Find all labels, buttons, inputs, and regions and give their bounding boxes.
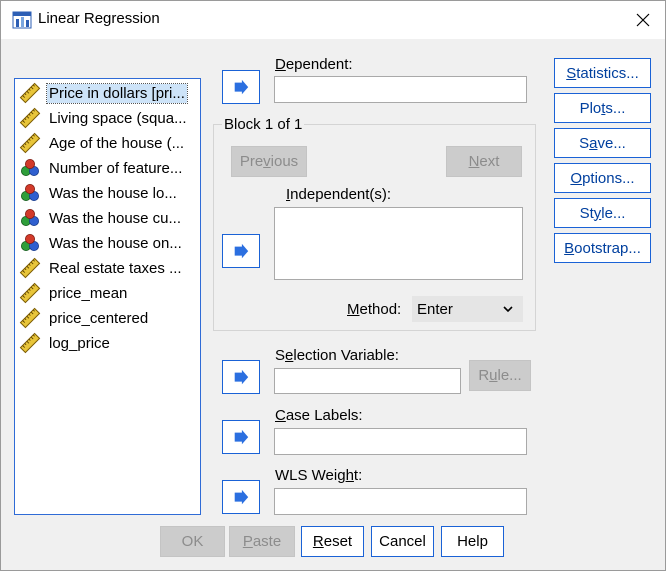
- variable-item[interactable]: log_price: [18, 331, 198, 355]
- close-button[interactable]: [620, 0, 666, 40]
- block-title: Block 1 of 1: [222, 116, 305, 133]
- style-button[interactable]: St y le...: [554, 198, 651, 228]
- move-to-wls-weight-button[interactable]: [222, 480, 260, 514]
- nominal-balls-icon: [19, 232, 41, 254]
- ok-button[interactable]: OK: [160, 526, 225, 557]
- scale-ruler-icon: [19, 82, 41, 104]
- statistics-button[interactable]: Statistics...: [554, 58, 651, 88]
- dependent-field[interactable]: [274, 76, 527, 103]
- chevron-down-icon: [503, 306, 513, 313]
- right-arrow-icon: [234, 429, 249, 445]
- scale-ruler-icon: [19, 132, 41, 154]
- method-label: Method:: [347, 301, 402, 318]
- right-arrow-icon: [234, 369, 249, 385]
- previous-button[interactable]: Pre v ious: [231, 146, 307, 177]
- bootstrap-button[interactable]: Bootstrap...: [554, 233, 651, 263]
- variable-item[interactable]: Was the house on...: [18, 231, 198, 255]
- variable-item[interactable]: price_centered: [18, 306, 198, 330]
- help-button[interactable]: Help: [441, 526, 504, 557]
- variable-label: Living space (squa...: [49, 109, 187, 127]
- variable-item[interactable]: Number of feature...: [18, 156, 198, 180]
- case-labels-field[interactable]: [274, 428, 527, 455]
- variable-item[interactable]: Was the house cu...: [18, 206, 198, 230]
- scale-ruler-icon: [19, 257, 41, 279]
- save-button[interactable]: Sa ve...: [554, 128, 651, 158]
- window-title: Linear Regression: [38, 10, 160, 27]
- selection-variable-field[interactable]: [274, 368, 461, 394]
- right-arrow-icon: [234, 243, 249, 259]
- variable-label: Number of feature...: [49, 159, 183, 177]
- variable-label: price_centered: [49, 309, 149, 327]
- variable-label: Real estate taxes ...: [49, 259, 182, 277]
- right-arrow-icon: [234, 79, 249, 95]
- right-arrow-icon: [234, 489, 249, 505]
- move-to-case-labels-button[interactable]: [222, 420, 260, 454]
- scale-ruler-icon: [19, 282, 41, 304]
- scale-ruler-icon: [19, 107, 41, 129]
- nominal-balls-icon: [19, 157, 41, 179]
- move-to-dependent-button[interactable]: [222, 70, 260, 104]
- variable-item[interactable]: Living space (squa...: [18, 106, 198, 130]
- independent-label: Independent(s):: [286, 186, 392, 203]
- nominal-balls-icon: [19, 207, 41, 229]
- scale-ruler-icon: [19, 307, 41, 329]
- options-button[interactable]: Options...: [554, 163, 651, 193]
- wls-weight-label: WLS Weight:: [275, 467, 363, 484]
- independent-list[interactable]: [274, 207, 523, 280]
- variable-label: Age of the house (...: [49, 134, 185, 152]
- variable-item[interactable]: Real estate taxes ...: [18, 256, 198, 280]
- title-bar: Linear Regression: [0, 0, 666, 40]
- source-variable-list[interactable]: Price in dollars [pri... Living space (sq…: [14, 78, 201, 515]
- variable-label: Price in dollars [pri...: [46, 82, 188, 104]
- wls-weight-field[interactable]: [274, 488, 527, 515]
- method-select[interactable]: Enter: [412, 296, 523, 322]
- reset-button[interactable]: Reset: [301, 526, 364, 557]
- regression-app-icon: [12, 11, 32, 29]
- variable-label: Was the house cu...: [49, 209, 182, 227]
- variable-label: log_price: [49, 334, 110, 352]
- nominal-balls-icon: [19, 182, 41, 204]
- rule-button[interactable]: Ru le...: [469, 360, 531, 391]
- cancel-button[interactable]: Cancel: [371, 526, 434, 557]
- variable-item[interactable]: Price in dollars [pri...: [18, 81, 198, 105]
- variable-label: price_mean: [49, 284, 128, 302]
- variable-item[interactable]: price_mean: [18, 281, 198, 305]
- scale-ruler-icon: [19, 332, 41, 354]
- next-button[interactable]: Next: [446, 146, 522, 177]
- paste-button[interactable]: Paste: [229, 526, 295, 557]
- move-to-independent-button[interactable]: [222, 234, 260, 268]
- variable-label: Was the house lo...: [49, 184, 177, 202]
- variable-item[interactable]: Age of the house (...: [18, 131, 198, 155]
- case-labels-label: Case Labels:: [275, 407, 363, 424]
- selection-variable-label: Selection Variable:: [275, 347, 399, 364]
- dependent-label: Dependent:: [275, 56, 353, 73]
- close-icon: [636, 13, 650, 27]
- variable-item[interactable]: Was the house lo...: [18, 181, 198, 205]
- plots-button[interactable]: Plo t s...: [554, 93, 651, 123]
- move-to-selection-button[interactable]: [222, 360, 260, 394]
- method-value: Enter: [417, 300, 453, 318]
- variable-label: Was the house on...: [49, 234, 182, 252]
